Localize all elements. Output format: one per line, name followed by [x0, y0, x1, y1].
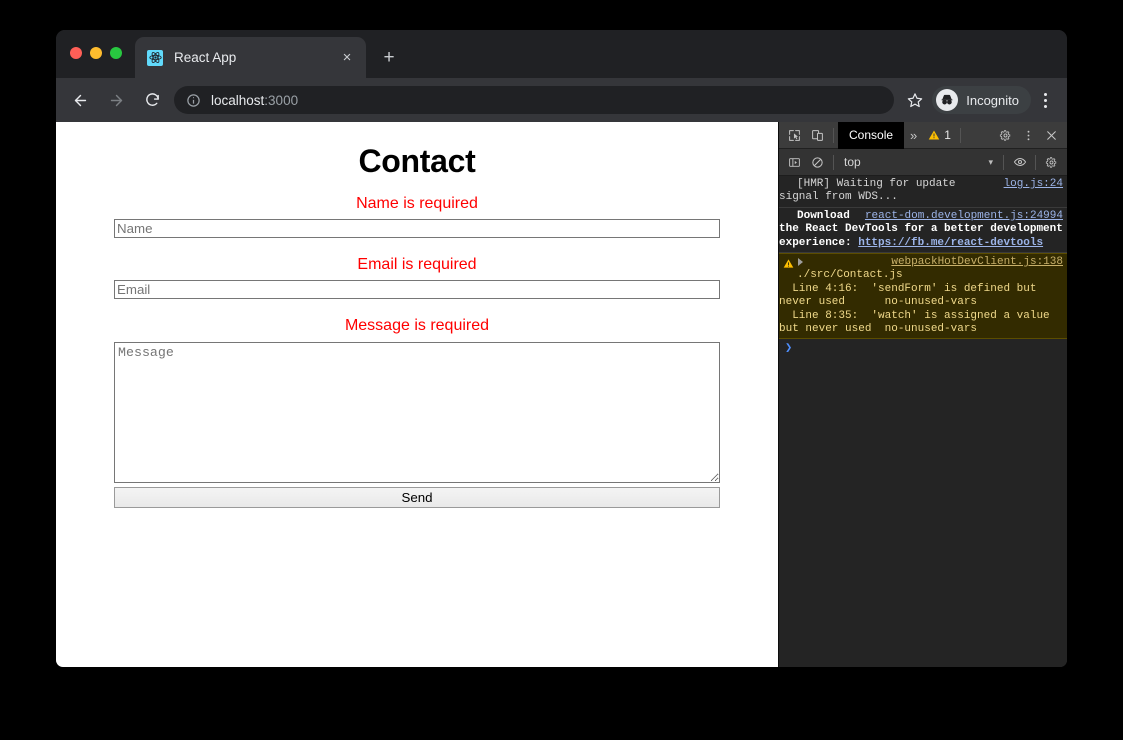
browser-viewport: Contact Name is required Email is requir…	[56, 121, 1067, 667]
device-toolbar-icon[interactable]	[806, 125, 829, 146]
clear-console-icon[interactable]	[806, 152, 829, 173]
console-input-prompt[interactable]: ❯	[779, 339, 1067, 358]
devtools-menu-icon[interactable]	[1017, 125, 1040, 146]
send-button[interactable]: Send	[114, 486, 720, 508]
web-page-content: Contact Name is required Email is requir…	[56, 122, 778, 667]
reload-button[interactable]	[138, 86, 166, 114]
close-tab-icon[interactable]: ×	[338, 49, 356, 67]
console-message-log[interactable]: log.js:24 [HMR] Waiting for update signa…	[779, 176, 1067, 208]
react-devtools-link[interactable]: https://fb.me/react-devtools	[858, 237, 1043, 249]
console-message-source[interactable]: log.js:24	[1004, 178, 1063, 191]
new-tab-button[interactable]: +	[378, 46, 400, 68]
forward-button[interactable]	[102, 86, 130, 114]
console-message-text: [HMR] Waiting for update signal from WDS…	[779, 178, 956, 204]
page-title: Contact	[358, 143, 476, 179]
console-message-warning[interactable]: webpackHotDevClient.js:138 ./src/Contact…	[779, 253, 1067, 340]
url-port: :3000	[264, 92, 299, 108]
live-expression-eye-icon[interactable]	[1008, 152, 1031, 173]
browser-window: React App × + localhost:3000 Incognito C…	[56, 30, 1067, 667]
tab-title: React App	[174, 50, 237, 65]
console-message-source[interactable]: webpackHotDevClient.js:138	[891, 256, 1063, 269]
console-message-source[interactable]: react-dom.development.js:24994	[865, 210, 1063, 223]
message-textarea[interactable]	[114, 341, 720, 483]
execution-context-value: top	[844, 155, 861, 169]
devtools-settings-gear-icon[interactable]	[994, 125, 1017, 146]
browser-menu-icon[interactable]	[1033, 87, 1057, 113]
console-message-list[interactable]: log.js:24 [HMR] Waiting for update signa…	[779, 176, 1067, 667]
warning-triangle-icon	[929, 130, 940, 140]
console-message-text: ./src/Contact.js Line 4:16: 'sendForm' i…	[779, 269, 1050, 336]
minimize-window-button[interactable]	[90, 47, 102, 59]
site-info-icon[interactable]	[186, 93, 201, 108]
window-traffic-lights	[70, 47, 122, 59]
close-devtools-icon[interactable]	[1040, 125, 1063, 146]
devtools-toolbar: Console » 1	[779, 121, 1067, 149]
email-error-message: Email is required	[357, 256, 477, 274]
console-settings-gear-icon[interactable]	[1040, 152, 1063, 173]
warning-triangle-icon	[783, 259, 794, 268]
url-host: localhost	[211, 92, 265, 108]
contact-form: Name is required Email is required Messa…	[114, 180, 720, 508]
tab-strip: React App × +	[56, 30, 1067, 78]
devtools-panel: Console » 1 top ▾ log.js:24 [HMR] Waitin…	[778, 121, 1067, 667]
execution-context-dropdown[interactable]: top ▾	[838, 153, 999, 172]
close-window-button[interactable]	[70, 47, 82, 59]
back-button[interactable]	[66, 86, 94, 114]
name-error-message: Name is required	[356, 195, 478, 212]
browser-tab-react-app[interactable]: React App ×	[135, 37, 366, 78]
expand-arrow-icon[interactable]	[798, 258, 803, 267]
warning-count-badge[interactable]: 1	[923, 128, 956, 142]
email-input[interactable]	[114, 280, 720, 300]
inspect-element-icon[interactable]	[783, 125, 806, 146]
maximize-window-button[interactable]	[110, 47, 122, 59]
toolbar-divider	[833, 127, 834, 143]
console-sidebar-toggle-icon[interactable]	[783, 152, 806, 173]
address-bar-url: localhost:3000	[211, 93, 298, 108]
name-input[interactable]	[114, 219, 720, 239]
browser-toolbar: localhost:3000 Incognito	[56, 78, 1067, 122]
form-spacer-1	[114, 238, 720, 255]
react-logo-icon	[147, 49, 163, 66]
devtools-filter-bar: top ▾	[779, 149, 1067, 176]
toolbar-divider-2	[959, 127, 961, 143]
tab-console[interactable]: Console	[838, 121, 905, 149]
address-bar[interactable]: localhost:3000	[174, 86, 895, 114]
filterbar-divider-3	[1035, 154, 1036, 170]
warning-count-value: 1	[944, 128, 951, 142]
console-message-react-devtools[interactable]: react-dom.development.js:24994 Download …	[779, 208, 1067, 254]
filterbar-divider-2	[1003, 154, 1004, 170]
filterbar-divider	[833, 154, 834, 170]
chevron-down-icon: ▾	[988, 156, 993, 167]
incognito-profile-chip[interactable]: Incognito	[932, 86, 1031, 114]
incognito-label: Incognito	[966, 92, 1019, 108]
message-error-message: Message is required	[344, 317, 490, 335]
more-tabs-icon[interactable]: »	[904, 128, 923, 143]
incognito-icon	[936, 89, 959, 111]
bookmark-star-icon[interactable]	[902, 87, 928, 113]
form-spacer-2	[114, 299, 720, 316]
